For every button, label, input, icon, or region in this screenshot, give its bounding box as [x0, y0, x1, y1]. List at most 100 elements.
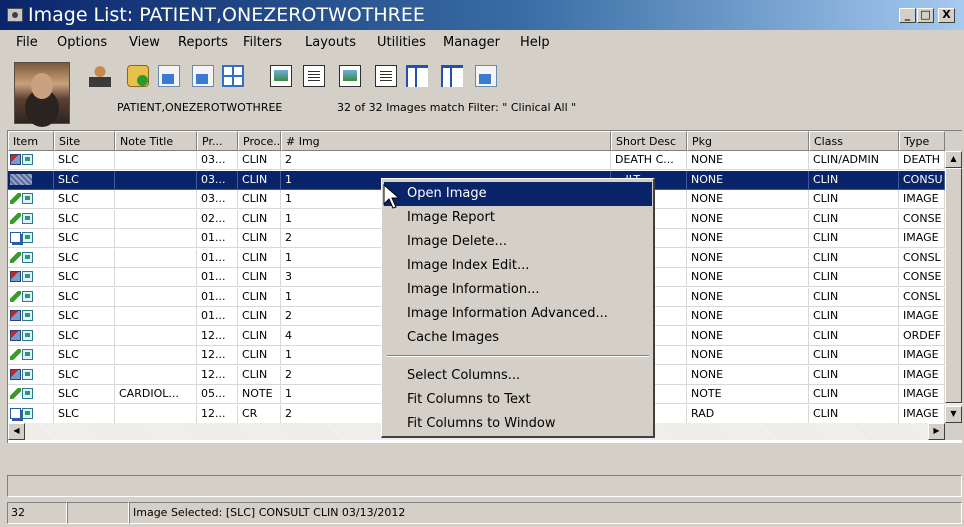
cell-item	[8, 346, 54, 365]
cell-procedure: CR	[238, 404, 281, 424]
cell-type: IMAGE	[899, 385, 945, 404]
menu-options[interactable]: Options	[57, 35, 107, 50]
column-header-note-title[interactable]: Note Title	[115, 131, 197, 151]
cell-procedure-date: 12...	[197, 365, 238, 385]
cell-procedure: CLIN	[238, 248, 281, 268]
cell-short-desc: DEATH C...	[611, 151, 687, 170]
menu-image-report[interactable]: Image Report	[384, 206, 652, 230]
report-icon[interactable]	[303, 65, 325, 87]
cell-procedure-date: 01...	[197, 287, 238, 307]
menu-image-index-edit[interactable]: Image Index Edit...	[384, 254, 652, 278]
cell-pkg: NONE	[687, 268, 809, 287]
menu-layouts[interactable]: Layouts	[305, 35, 356, 50]
cell-class: CLIN	[809, 229, 899, 248]
menu-help[interactable]: Help	[520, 35, 550, 50]
column-header-pkg[interactable]: Pkg	[687, 131, 809, 151]
column-header-class[interactable]: Class	[809, 131, 899, 151]
cell-type: IMAGE	[899, 229, 945, 248]
image-list-window: Image List: PATIENT,ONEZEROTWOTHREE _ □ …	[0, 0, 964, 527]
status-image-count: 32	[7, 502, 67, 524]
cell-type: CONSL	[899, 248, 945, 268]
cell-class: CLIN	[809, 346, 899, 365]
cell-procedure-date: 01...	[197, 248, 238, 268]
column-header-item[interactable]: Item	[8, 131, 54, 151]
vertical-scrollbar[interactable]: ▲ ▼	[945, 151, 962, 423]
menu-open-image[interactable]: Open Image	[384, 182, 652, 206]
vertical-scroll-thumb[interactable]	[945, 168, 962, 403]
cell-note-title	[115, 190, 197, 209]
cell-pkg: NONE	[687, 229, 809, 248]
close-button[interactable]: X	[938, 8, 955, 23]
maximize-button[interactable]: □	[917, 8, 934, 23]
image-list-icon[interactable]	[158, 65, 180, 87]
patient-icon[interactable]	[89, 65, 111, 87]
columns-window-icon[interactable]	[441, 65, 463, 87]
scroll-left-arrow-icon[interactable]: ◀	[8, 423, 25, 440]
cell-note-title	[115, 151, 197, 170]
menu-filters[interactable]: Filters	[243, 35, 282, 50]
title-bar[interactable]: Image List: PATIENT,ONEZEROTWOTHREE _ □ …	[0, 0, 964, 30]
column-header-num-images[interactable]: # Img	[281, 131, 611, 151]
pen-icon	[10, 290, 21, 302]
minimize-button[interactable]: _	[899, 8, 916, 23]
columns-fit-icon[interactable]	[406, 65, 428, 87]
cell-procedure-date: 12...	[197, 346, 238, 365]
column-header-short-desc[interactable]: Short Desc	[611, 131, 687, 151]
refresh-icon[interactable]	[127, 65, 149, 87]
cell-note-title	[115, 404, 197, 424]
menu-reports[interactable]: Reports	[178, 35, 228, 50]
cell-type: IMAGE	[899, 404, 945, 424]
cell-item	[8, 229, 54, 248]
menu-cache-images[interactable]: Cache Images	[384, 326, 652, 350]
column-header-type[interactable]: Type	[899, 131, 945, 151]
pen-icon	[10, 193, 21, 204]
cell-pkg: NONE	[687, 209, 809, 229]
scrollbar-corner	[945, 423, 962, 440]
menu-fit-columns-to-text[interactable]: Fit Columns to Text	[384, 388, 652, 412]
cell-pkg: NONE	[687, 287, 809, 307]
cell-note-title: CARDIOL...	[115, 385, 197, 404]
scroll-down-arrow-icon[interactable]: ▼	[945, 406, 962, 423]
column-header-site[interactable]: Site	[54, 131, 115, 151]
menu-image-information[interactable]: Image Information...	[384, 278, 652, 302]
layout-icon[interactable]	[222, 65, 244, 87]
toolbar: PATIENT,ONEZEROTWOTHREE 32 of 32 Images …	[0, 56, 964, 130]
scroll-right-arrow-icon[interactable]: ▶	[928, 423, 945, 440]
image-view-icon[interactable]	[339, 65, 361, 87]
cell-procedure-date: 03...	[197, 170, 238, 190]
menu-select-columns[interactable]: Select Columns...	[384, 364, 652, 388]
patient-photo[interactable]	[14, 62, 70, 124]
generic-settings-icon[interactable]	[192, 65, 214, 87]
cell-class: CLIN	[809, 365, 899, 385]
report-view-icon[interactable]	[375, 65, 397, 87]
cell-type: CONSE	[899, 209, 945, 229]
menu-file[interactable]: File	[16, 35, 38, 50]
cell-pkg: NONE	[687, 170, 809, 190]
column-header-procedure-date[interactable]: Pr...	[197, 131, 238, 151]
camera-icon	[7, 8, 23, 22]
cell-class: CLIN	[809, 170, 899, 190]
cell-class: CLIN	[809, 385, 899, 404]
cell-pkg: NONE	[687, 248, 809, 268]
cell-class: CLIN	[809, 404, 899, 424]
image-document-icon	[22, 368, 33, 380]
table-row[interactable]: SLC 03... CLIN 2 DEATH C... NONE CLIN/ADMIN DEA…	[8, 151, 945, 170]
cell-site: SLC	[54, 287, 115, 307]
cell-site: SLC	[54, 209, 115, 229]
menu-fit-columns-to-window[interactable]: Fit Columns to Window	[384, 412, 652, 436]
multi-image-icon	[10, 232, 21, 243]
scroll-up-arrow-icon[interactable]: ▲	[945, 151, 962, 168]
image-document-icon	[22, 212, 33, 224]
menu-utilities[interactable]: Utilities	[377, 35, 426, 50]
image-document-icon	[22, 251, 33, 263]
menu-view[interactable]: View	[129, 35, 160, 50]
menu-image-information-advanced[interactable]: Image Information Advanced...	[384, 302, 652, 326]
abstract-view-icon[interactable]	[270, 65, 292, 87]
menu-manager[interactable]: Manager	[443, 35, 500, 50]
menu-image-delete[interactable]: Image Delete...	[384, 230, 652, 254]
cell-class: CLIN/ADMIN	[809, 151, 899, 170]
cell-type: CONSU	[899, 170, 945, 190]
column-settings-icon[interactable]	[475, 65, 497, 87]
cell-site: SLC	[54, 190, 115, 209]
column-header-procedure[interactable]: Proce...	[238, 131, 281, 151]
